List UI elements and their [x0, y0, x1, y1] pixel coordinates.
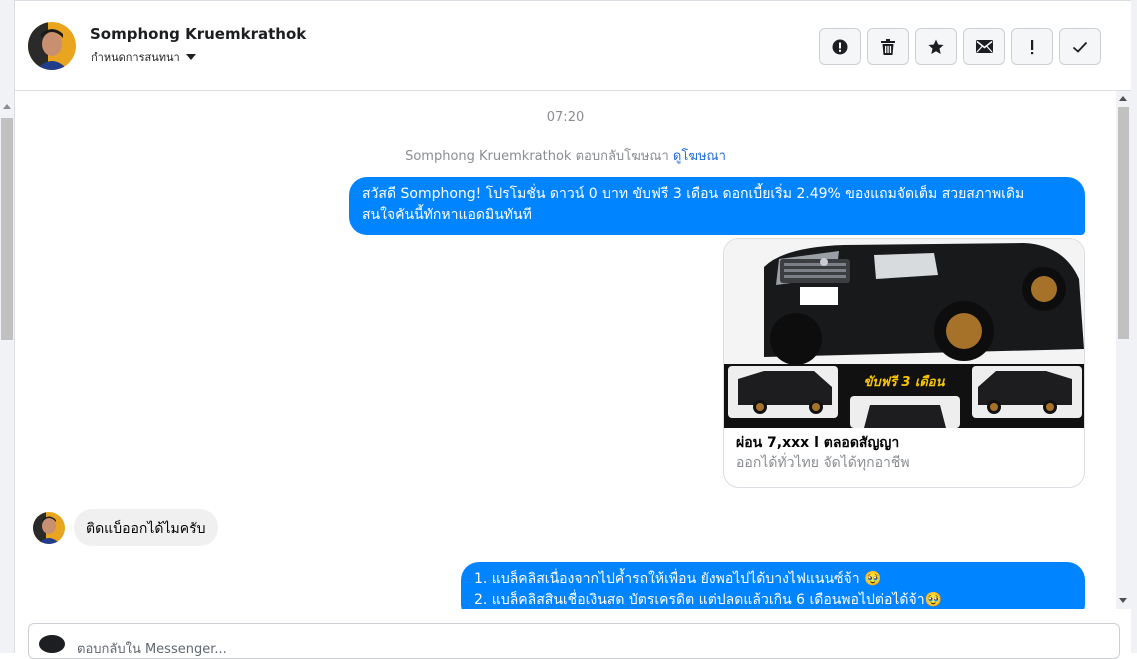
star-icon	[928, 39, 944, 54]
scrollbar-thumb[interactable]	[1, 118, 13, 340]
exclamation-icon	[1031, 39, 1034, 54]
reply-composer[interactable]: ตอบกลับใน Messenger...	[28, 623, 1120, 659]
follow-up-button[interactable]	[1011, 28, 1053, 65]
ad-title: ผ่อน 7,xxx l ตลอดสัญญา	[736, 435, 900, 451]
message-line: สวัสดี Somphong! โปรโมชั่น ดาวน์ 0 บาท ข…	[362, 186, 1025, 202]
trash-icon	[881, 38, 895, 55]
mark-done-button[interactable]	[1059, 28, 1101, 65]
inbox-window: Somphong Kruemkrathok กำหนดการสนทนา 07:2…	[0, 0, 1137, 659]
page-logo-icon	[39, 635, 65, 653]
incoming-message-bubble[interactable]: ติดแบ็ออกได้ไมครับ	[74, 509, 218, 546]
outgoing-message-bubble[interactable]: สวัสดี Somphong! โปรโมชั่น ดาวน์ 0 บาท ข…	[349, 177, 1085, 235]
right-edge	[1131, 0, 1137, 653]
outgoing-message-bubble[interactable]: 1. แบล็คลิสเนื่องจากไปค้ำรถให้เพื่อน ยัง…	[461, 562, 1085, 609]
thread-scrollbar[interactable]	[1116, 91, 1131, 609]
conversation-header: Somphong Kruemkrathok กำหนดการสนทนา	[15, 0, 1131, 91]
checkmark-icon	[1072, 41, 1088, 53]
alert-circle-icon	[832, 39, 848, 54]
header-actions	[819, 28, 1101, 65]
scroll-up-icon[interactable]	[1119, 96, 1127, 101]
message-line: 2. แบล็คลิสสินเชื่อเงินสด บัตรเครดิต แต่…	[474, 592, 943, 608]
incoming-message-row: ติดแบ็ออกได้ไมครับ	[33, 509, 218, 546]
scroll-down-icon[interactable]	[1119, 598, 1127, 603]
ad-attachment-card[interactable]: ขับฟรี 3 เดือน ผ่อน 7,xxx l ตลอดสัญญา ออ…	[723, 238, 1085, 488]
assign-conversation-dropdown[interactable]: กำหนดการสนทนา	[91, 48, 196, 66]
ad-reply-notice: Somphong Kruemkrathok ตอบกลับโฆษณา ดูโฆษ…	[15, 145, 1116, 166]
mark-spam-button[interactable]	[819, 28, 861, 65]
assign-label: กำหนดการสนทนา	[91, 51, 180, 64]
star-button[interactable]	[915, 28, 957, 65]
ad-subtitle: ออกได้ทั่วไทย จัดได้ทุกอาชีพ	[736, 455, 910, 471]
envelope-icon	[975, 40, 993, 53]
message-thread[interactable]: 07:20 Somphong Kruemkrathok ตอบกลับโฆษณา…	[15, 91, 1116, 609]
message-timestamp: 07:20	[546, 110, 585, 125]
scroll-up-icon[interactable]	[3, 104, 11, 109]
scrollbar-thumb[interactable]	[1118, 107, 1129, 339]
mark-unread-button[interactable]	[963, 28, 1005, 65]
ad-reply-text: Somphong Kruemkrathok ตอบกลับโฆษณา	[405, 149, 669, 164]
caret-down-icon	[185, 54, 196, 60]
ad-banner-text: ขับฟรี 3 เดือน	[863, 374, 945, 390]
ad-image: ขับฟรี 3 เดือน	[724, 239, 1084, 428]
message-line: สนใจคันนี้ทักหาแอดมินทันที	[362, 207, 532, 223]
left-scrollbar[interactable]	[0, 0, 15, 653]
avatar[interactable]	[28, 22, 76, 70]
view-ad-link[interactable]: ดูโฆษณา	[673, 149, 726, 164]
message-line: 1. แบล็คลิสเนื่องจากไปค้ำรถให้เพื่อน ยัง…	[474, 571, 882, 587]
contact-name: Somphong Kruemkrathok	[90, 25, 307, 43]
avatar[interactable]	[33, 511, 65, 544]
composer-placeholder: ตอบกลับใน Messenger...	[77, 642, 227, 657]
delete-button[interactable]	[867, 28, 909, 65]
